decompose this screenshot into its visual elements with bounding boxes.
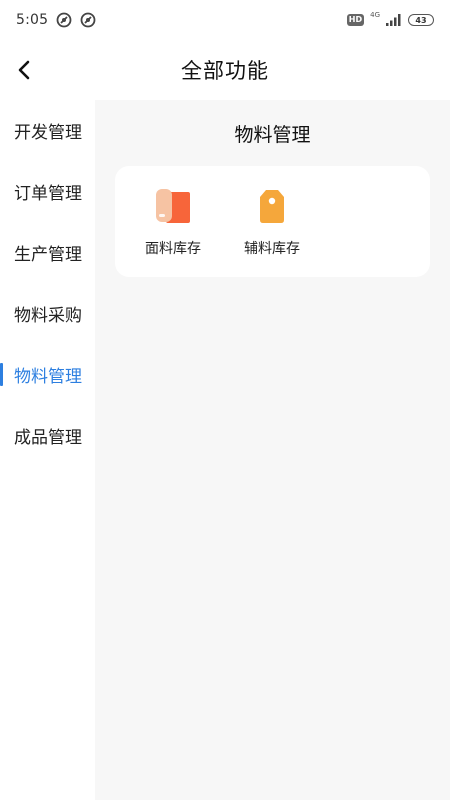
sidebar-item-label: 物料管理 (14, 367, 82, 387)
chevron-left-icon (18, 60, 30, 80)
status-left: 5:05 (16, 12, 96, 28)
sidebar-item-label: 订单管理 (14, 184, 82, 204)
back-button[interactable] (8, 54, 40, 86)
sidebar-item-label: 开发管理 (14, 123, 82, 143)
status-time: 5:05 (16, 12, 49, 28)
fabric-inventory-button[interactable]: 面料库存 (133, 186, 213, 258)
function-panel: 物料管理 面料库存 辅料库存 (95, 100, 450, 800)
sidebar-item-production[interactable]: 生产管理 (0, 222, 95, 283)
function-label: 面料库存 (145, 241, 201, 257)
sidebar-item-label: 物料采购 (14, 306, 82, 326)
network-type: 4G (370, 10, 380, 19)
sidebar-item-material-purchase[interactable]: 物料采购 (0, 283, 95, 344)
notification-icon (80, 12, 96, 28)
category-sidebar: 开发管理 订单管理 生产管理 物料采购 物料管理 成品管理 (0, 100, 95, 800)
status-bar: 5:05 HD 4G 43 (0, 0, 450, 40)
sidebar-item-material-management[interactable]: 物料管理 (0, 344, 95, 405)
sidebar-item-orders[interactable]: 订单管理 (0, 161, 95, 222)
sidebar-item-finished-goods[interactable]: 成品管理 (0, 405, 95, 466)
battery-icon: 43 (408, 14, 434, 26)
notification-icon (56, 12, 72, 28)
header: 全部功能 (0, 40, 450, 100)
function-label: 辅料库存 (244, 241, 300, 257)
sidebar-item-development[interactable]: 开发管理 (0, 100, 95, 161)
page-title: 全部功能 (181, 59, 269, 83)
signal-icon (386, 14, 401, 26)
sidebar-item-label: 生产管理 (14, 245, 82, 265)
accessory-inventory-button[interactable]: 辅料库存 (232, 186, 312, 258)
function-card: 面料库存 辅料库存 (115, 166, 430, 277)
fabric-roll-icon (156, 189, 190, 223)
battery-level: 43 (415, 15, 427, 25)
tag-icon (260, 190, 284, 223)
status-right: HD 4G 43 (346, 10, 434, 26)
hd-badge: HD (346, 14, 365, 26)
section-title: 物料管理 (234, 124, 311, 146)
sidebar-item-label: 成品管理 (14, 428, 82, 448)
